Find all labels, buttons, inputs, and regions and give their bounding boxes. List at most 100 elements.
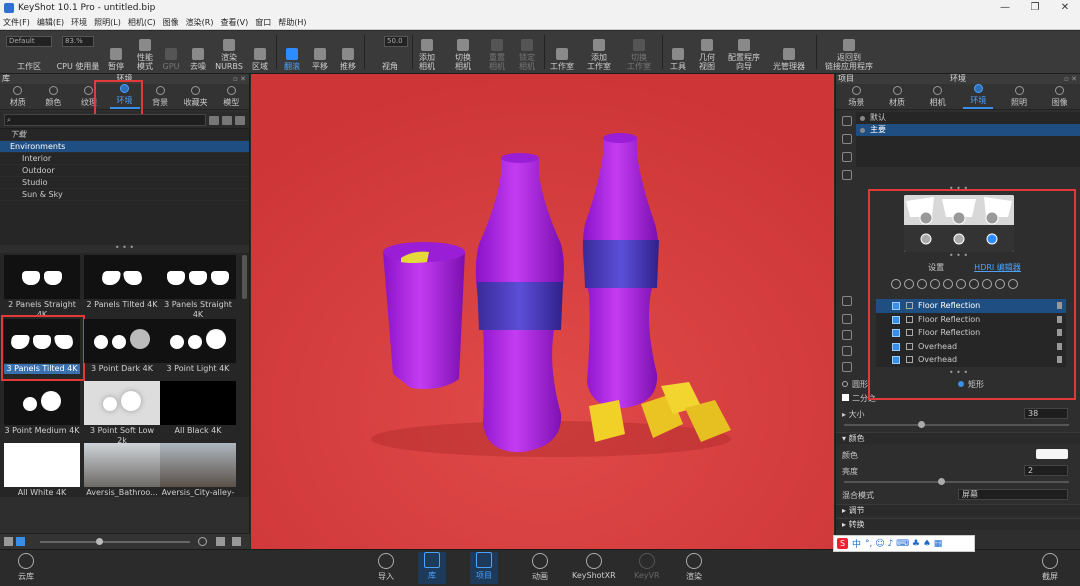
slider-knob[interactable] [918, 421, 925, 428]
light-item-floor-reflection[interactable]: Floor Reflection [876, 326, 1066, 340]
adjust-section-header[interactable]: ▸ 调节 [836, 504, 1080, 516]
dolly-button[interactable]: 推移 [336, 33, 360, 71]
move-up-icon[interactable] [842, 314, 852, 324]
lock-icon[interactable] [1057, 329, 1062, 336]
configurator-wizard-button[interactable]: 配置程序 向导 [724, 33, 764, 71]
thumbnail-item[interactable]: 3 Point Soft Low 2k [84, 381, 160, 446]
folder-icon[interactable] [209, 115, 219, 125]
slider-knob[interactable] [938, 478, 945, 485]
tab-camera[interactable]: 相机 [917, 84, 958, 109]
studio-button[interactable]: 工作室 [548, 33, 576, 71]
folder-icon[interactable] [1008, 279, 1018, 289]
tree-item-interior[interactable]: Interior [0, 153, 249, 165]
render-viewport[interactable] [251, 74, 834, 549]
settings-icon[interactable] [232, 537, 241, 546]
blend-mode-select[interactable]: 屏幕 [958, 489, 1068, 500]
thumbnail-item[interactable]: 3 Point Light 4K [160, 319, 236, 374]
add-gradient-icon[interactable] [930, 279, 940, 289]
checkbox-checked[interactable] [892, 342, 900, 351]
thumbnail-item[interactable]: 2 Panels Straight 4K [4, 255, 80, 320]
lock-camera-button[interactable]: 锁定 相机 [514, 33, 540, 71]
tumble-button[interactable]: 翻滚 [280, 33, 304, 71]
add-sun-icon[interactable] [943, 279, 953, 289]
fill-icon[interactable] [982, 279, 992, 289]
reset-camera-button[interactable]: 重置 相机 [484, 33, 510, 71]
performance-mode-button[interactable]: 性能 模式 [132, 33, 158, 71]
animation-button[interactable]: 动画 [532, 553, 548, 582]
tab-textures[interactable]: 纹理 [71, 84, 107, 109]
tree-item-sun-sky[interactable]: Sun & Sky [0, 189, 249, 201]
thumbnail-item[interactable]: 3 Point Medium 4K [4, 381, 80, 436]
size-field[interactable]: 38 [1024, 408, 1068, 419]
tab-models[interactable]: 模型 [213, 84, 249, 109]
duplicate-environment-icon[interactable] [842, 134, 852, 144]
checkbox-checked[interactable] [892, 329, 900, 337]
tab-image[interactable]: 图像 [1039, 84, 1080, 109]
menu-environment[interactable]: 环境 [71, 17, 87, 28]
library-button[interactable]: 库 [418, 552, 446, 584]
ime-language-label[interactable]: 中 [852, 537, 861, 550]
brightness-field[interactable]: 2 [1024, 465, 1068, 476]
grid-view-icon[interactable] [16, 537, 25, 546]
add-light-icon[interactable] [891, 279, 901, 289]
size-slider[interactable] [844, 421, 1069, 428]
thumbnail-item[interactable]: All Black 4K [160, 381, 236, 436]
color-section-header[interactable]: ▾ 颜色 [836, 432, 1080, 444]
ime-tool-icons[interactable]: °, ☺ ♪ ⌨ ♣ ♠ ▦ [865, 539, 942, 549]
panel-float-close-icon[interactable]: ▫ ✕ [233, 74, 246, 84]
save-icon[interactable] [995, 279, 1005, 289]
thumbnail-item[interactable]: 2 Panels Tilted 4K [84, 255, 160, 310]
return-to-linked-app-button[interactable]: 返回到 链接应用程序 [820, 33, 878, 71]
geometry-view-button[interactable]: 几何 视图 [694, 33, 720, 71]
close-button[interactable]: ✕ [1050, 0, 1080, 16]
lock-icon[interactable] [1057, 302, 1062, 309]
tools-button[interactable]: 工具 [666, 33, 690, 71]
project-button[interactable]: 项目 [470, 552, 498, 584]
tab-environments[interactable]: 环境 [107, 84, 143, 109]
screenshot-button[interactable]: 截屏 [1042, 553, 1058, 582]
light-item-floor-reflection[interactable]: Floor Reflection [876, 313, 1066, 327]
light-manager-button[interactable]: 光管理器 [768, 33, 810, 71]
light-item-overhead[interactable]: Overhead [876, 353, 1066, 367]
lock-icon[interactable] [1057, 315, 1062, 323]
subtab-hdri-editor[interactable]: HDRI 编辑器 [974, 262, 1021, 272]
transform-section-header[interactable]: ▸ 转换 [836, 518, 1080, 530]
tab-lighting[interactable]: 照明 [999, 84, 1040, 109]
panel-splitter[interactable]: • • • [836, 252, 1080, 261]
add-pin-icon[interactable] [904, 279, 914, 289]
workspace-button[interactable]: 工作区 [8, 33, 50, 71]
checkbox-checked[interactable] [892, 315, 900, 324]
menu-view[interactable]: 查看(V) [220, 17, 248, 28]
menu-image[interactable]: 图像 [163, 17, 179, 28]
tree-item-downloads[interactable]: 下载 [0, 129, 249, 141]
tab-colors[interactable]: 颜色 [36, 84, 72, 109]
thumbnail-size-slider[interactable] [40, 541, 190, 543]
add-camera-button[interactable]: 添加 相机 [414, 33, 440, 71]
circle-radio[interactable] [842, 381, 848, 387]
add-studio-button[interactable]: 添加 工作室 [584, 33, 614, 71]
list-view-icon[interactable] [4, 537, 13, 546]
tab-environment[interactable]: 环境 [958, 84, 999, 109]
pan-button[interactable]: 平移 [308, 33, 332, 71]
cpu-usage-button[interactable]: CPU 使用量 [54, 33, 102, 71]
checkbox-checked[interactable] [892, 302, 900, 310]
expand-icon[interactable] [216, 537, 225, 546]
thumbnail-item[interactable]: Aversis_Bathroo... [84, 443, 160, 497]
cloud-library-button[interactable]: 云库 [18, 553, 34, 582]
rect-radio[interactable] [958, 381, 964, 387]
panel-float-close-icon[interactable]: ▫ ✕ [1064, 74, 1077, 84]
menu-camera[interactable]: 相机(C) [128, 17, 156, 28]
tree-item-environments[interactable]: Environments [0, 141, 249, 153]
folder-light-icon[interactable] [842, 346, 852, 356]
panel-splitter[interactable]: • • • [836, 369, 1080, 378]
env-item-default[interactable]: 默认 [856, 112, 1080, 124]
thumbnail-item[interactable]: 3 Panels Straight 4K [160, 255, 236, 320]
thumbnail-item-selected[interactable]: 3 Panels Tilted 4K [4, 319, 80, 374]
export-icon[interactable] [956, 279, 966, 289]
field-of-view-button[interactable]: 视角 [372, 33, 408, 71]
gpu-button[interactable]: GPU [160, 33, 182, 71]
keyvr-button[interactable]: KeyVR [634, 553, 660, 580]
blank-pin-icon[interactable] [969, 279, 979, 289]
menu-render[interactable]: 渲染(R) [186, 17, 214, 28]
tab-materials[interactable]: 材质 [0, 84, 36, 109]
